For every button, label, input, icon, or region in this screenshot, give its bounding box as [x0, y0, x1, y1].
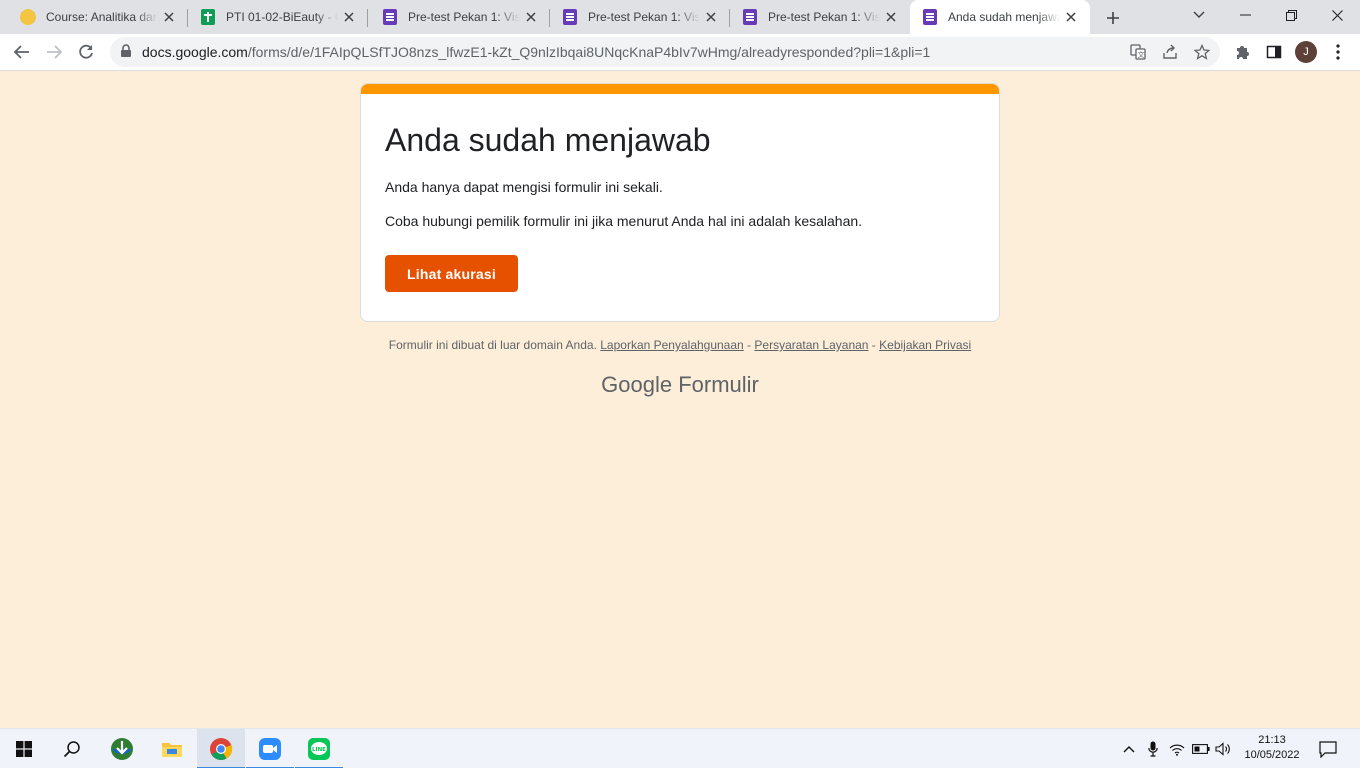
translate-icon[interactable]: 文 — [1128, 42, 1148, 62]
forms-favicon-icon — [922, 9, 938, 25]
windows-taskbar: LINE 21:13 10/05/2022 — [0, 728, 1360, 768]
profile-avatar[interactable]: J — [1295, 41, 1317, 63]
address-bar[interactable]: docs.google.com/forms/d/e/1FAIpQLSfTJO8n… — [110, 37, 1220, 67]
sheets-favicon-icon — [200, 9, 216, 25]
browser-tab-pretest-3[interactable]: Pre-test Pekan 1: Visualisasi — [730, 0, 910, 34]
internet-download-manager-icon[interactable] — [98, 729, 146, 768]
windows-start-icon[interactable] — [0, 729, 48, 768]
footer-separator: - — [743, 338, 755, 352]
privacy-policy-link[interactable]: Kebijakan Privasi — [879, 338, 971, 352]
footer-separator: - — [868, 338, 880, 352]
forms-favicon-icon — [382, 9, 398, 25]
restore-icon[interactable] — [1268, 0, 1314, 30]
google-forms-logo[interactable]: Google Formulir — [0, 372, 1360, 398]
terms-of-service-link[interactable]: Persyaratan Layanan — [754, 338, 868, 352]
browser-menu-icon[interactable] — [1324, 38, 1352, 66]
tab-title: Pre-test Pekan 1: Visualisasi — [768, 10, 880, 24]
browser-tab-strip: Course: Analitika dan Visualisasi PTI 01… — [0, 0, 1360, 34]
tab-close-icon[interactable] — [338, 6, 360, 28]
tab-close-icon[interactable] — [520, 6, 542, 28]
tab-title: Pre-test Pekan 1: Visualisasi — [408, 10, 520, 24]
footer-domain-notice: Formulir ini dibuat di luar domain Anda. — [388, 338, 597, 352]
browser-toolbar: docs.google.com/forms/d/e/1FAIpQLSfTJO8n… — [0, 34, 1360, 71]
view-accuracy-button[interactable]: Lihat akurasi — [385, 255, 518, 292]
browser-tab-course[interactable]: Course: Analitika dan Visualisasi — [8, 0, 188, 34]
browser-tab-sheets[interactable]: PTI 01-02-BiEauty - Google Sheets — [188, 0, 368, 34]
taskbar-clock[interactable]: 21:13 10/05/2022 — [1236, 733, 1308, 763]
tab-close-icon[interactable] — [880, 6, 902, 28]
card-accent-bar — [361, 84, 999, 94]
svg-text:LINE: LINE — [312, 747, 326, 753]
lock-icon[interactable] — [120, 44, 132, 63]
new-tab-plus-icon[interactable] — [1100, 5, 1126, 31]
browser-tab-active[interactable]: Anda sudah menjawab — [910, 0, 1090, 34]
microphone-icon[interactable] — [1142, 729, 1164, 768]
zoom-taskbar-icon[interactable] — [246, 729, 294, 768]
share-icon[interactable] — [1160, 42, 1180, 62]
back-arrow-icon[interactable] — [8, 38, 36, 66]
course-favicon-icon — [20, 9, 36, 25]
google-wordmark: Google — [601, 372, 673, 397]
close-window-icon[interactable] — [1314, 0, 1360, 30]
tab-close-icon[interactable] — [1060, 6, 1082, 28]
tab-search-chevron-icon[interactable] — [1176, 0, 1222, 30]
form-message-contact-owner: Coba hubungi pemilik formulir ini jika m… — [385, 213, 863, 229]
extensions-puzzle-icon[interactable] — [1228, 38, 1256, 66]
tab-close-icon[interactable] — [700, 6, 722, 28]
notifications-icon[interactable] — [1314, 729, 1342, 768]
browser-tab-pretest-2[interactable]: Pre-test Pekan 1: Visualisasi — [550, 0, 730, 34]
browser-tab-pretest-1[interactable]: Pre-test Pekan 1: Visualisasi — [370, 0, 550, 34]
tab-title: PTI 01-02-BiEauty - Google Sheets — [226, 10, 338, 24]
url-path: /forms/d/e/1FAIpQLSfTJO8nzs_lfwzE1-kZt_Q… — [247, 44, 931, 60]
svg-text:文: 文 — [1138, 50, 1145, 59]
show-hidden-icons-chevron-icon[interactable] — [1118, 729, 1140, 768]
bookmark-star-icon[interactable] — [1192, 42, 1212, 62]
battery-icon[interactable] — [1190, 729, 1212, 768]
form-footer: Formulir ini dibuat di luar domain Anda.… — [0, 338, 1360, 352]
side-panel-icon[interactable] — [1260, 38, 1288, 66]
forward-arrow-icon[interactable] — [40, 38, 68, 66]
form-title: Anda sudah menjawab — [385, 122, 711, 158]
report-abuse-link[interactable]: Laporkan Penyalahgunaan — [600, 338, 743, 352]
form-message-once: Anda hanya dapat mengisi formulir ini se… — [385, 179, 663, 195]
tab-title: Anda sudah menjawab — [948, 10, 1060, 24]
tab-title: Course: Analitika dan Visualisasi — [46, 10, 158, 24]
forms-favicon-icon — [742, 9, 758, 25]
line-taskbar-icon[interactable]: LINE — [295, 729, 343, 768]
clock-time: 21:13 — [1258, 734, 1286, 746]
tab-close-icon[interactable] — [158, 6, 180, 28]
chrome-taskbar-icon[interactable] — [197, 729, 245, 768]
forms-wordmark: Formulir — [678, 372, 759, 397]
reload-icon[interactable] — [72, 38, 100, 66]
tab-title: Pre-test Pekan 1: Visualisasi — [588, 10, 700, 24]
volume-icon[interactable] — [1213, 729, 1235, 768]
forms-favicon-icon — [562, 9, 578, 25]
clock-date: 10/05/2022 — [1244, 749, 1300, 761]
minimize-icon[interactable] — [1222, 0, 1268, 30]
form-response-card: Anda sudah menjawab Anda hanya dapat men… — [360, 83, 1000, 322]
wifi-icon[interactable] — [1166, 729, 1188, 768]
url-text[interactable]: docs.google.com/forms/d/e/1FAIpQLSfTJO8n… — [142, 44, 930, 60]
url-host: docs.google.com — [142, 44, 248, 60]
file-explorer-icon[interactable] — [148, 729, 196, 768]
search-icon[interactable] — [48, 729, 96, 768]
